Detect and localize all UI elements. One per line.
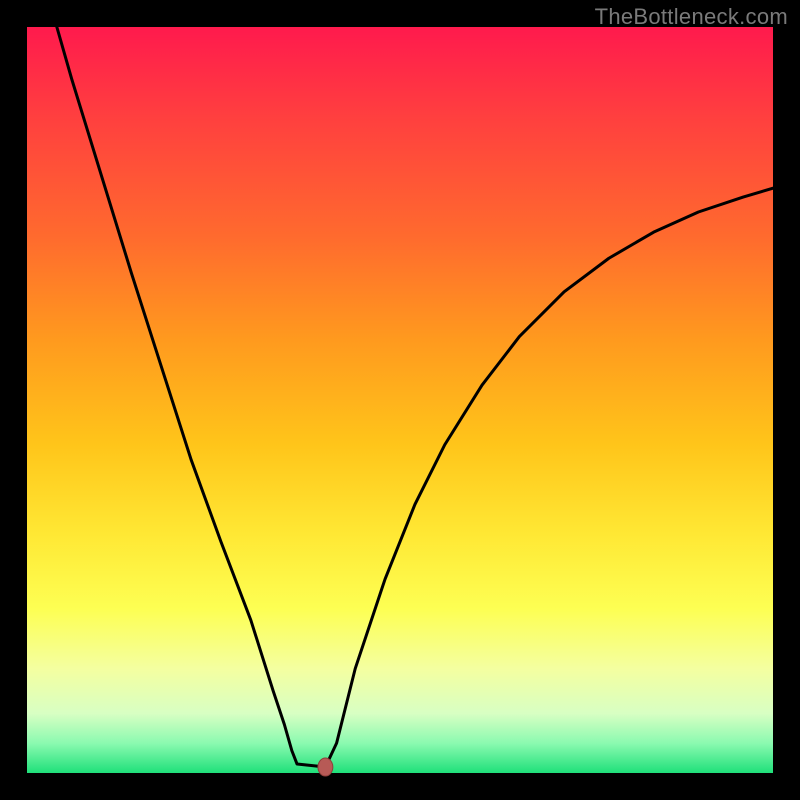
chart-frame: TheBottleneck.com <box>0 0 800 800</box>
watermark-text: TheBottleneck.com <box>595 4 788 30</box>
plot-area <box>27 27 773 773</box>
bottleneck-curve-chart <box>27 27 773 773</box>
optimal-point-marker <box>318 758 333 776</box>
bottleneck-curve <box>57 27 773 767</box>
